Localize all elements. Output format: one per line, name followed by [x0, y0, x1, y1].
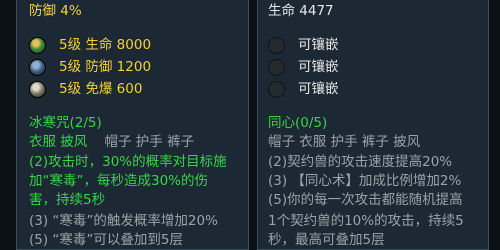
- set-effect-line: (2)契约兽的攻击速度提高20%: [268, 154, 453, 170]
- set-effect-line: 1个契约兽的10%的攻击，持续5: [268, 213, 464, 229]
- socket-row: 可镶嵌: [268, 80, 478, 100]
- socket-row: 可镶嵌: [268, 58, 478, 78]
- set-effect-line: (2)攻击时，30%的概率对目标施: [29, 154, 227, 170]
- gem-row: 5级 防御 1200: [29, 58, 239, 78]
- set-pieces-missing: 帽子 护手 裤子: [104, 134, 195, 150]
- empty-socket-icon: [268, 81, 285, 98]
- set-effect-line: 秒，最高可叠加5层: [268, 232, 385, 248]
- set-title: 冰寒咒(2/5): [29, 115, 102, 131]
- base-stat-defense: 防御 4%: [29, 3, 82, 19]
- socket-label: 可镶嵌: [298, 59, 339, 75]
- set-pieces: 帽子 衣服 护手 裤子 披风: [268, 134, 421, 150]
- set-effect-line: (5)你的每一次攻击都能随机提高: [268, 192, 463, 208]
- gem-stat-text: 5级 防御 1200: [59, 59, 152, 75]
- set-effect-line: (3) “寒毒”的触发概率增加20%: [29, 213, 218, 229]
- socket-label: 可镶嵌: [298, 81, 339, 97]
- blue-gem-icon: [29, 59, 46, 76]
- set-pieces-owned: 衣服 披风: [29, 134, 88, 150]
- right-item-tooltip: 生命 4477 可镶嵌 可镶嵌 可镶嵌 同心(0/5) 帽子 衣服 护手 裤子 …: [257, 0, 489, 250]
- set-effect-line: (3) 【同心术】加成比例增加2%: [268, 173, 462, 189]
- base-stat-hp: 生命 4477: [268, 3, 334, 19]
- set-title: 同心(0/5): [268, 115, 328, 131]
- set-pieces: 衣服 披风 帽子 护手 裤子: [29, 133, 194, 152]
- socket-row: 可镶嵌: [268, 36, 478, 56]
- empty-socket-icon: [268, 37, 285, 54]
- empty-socket-icon: [268, 59, 285, 76]
- socket-label: 可镶嵌: [298, 37, 339, 53]
- gem-stat-text: 5级 生命 8000: [59, 37, 152, 53]
- set-effect-line: (5) “寒毒”可以叠加到5层: [29, 232, 183, 248]
- green-gem-icon: [29, 37, 46, 54]
- left-item-tooltip: 防御 4% 5级 生命 8000 5级 防御 1200 5级 免爆 600 冰寒…: [16, 0, 249, 250]
- gem-row: 5级 免爆 600: [29, 80, 239, 100]
- set-effect-line: 害，持续5秒: [29, 192, 106, 208]
- gem-row: 5级 生命 8000: [29, 36, 239, 56]
- gem-stat-text: 5级 免爆 600: [59, 81, 143, 97]
- set-effect-line: 加“寒毒”，每秒造成30%的伤: [29, 173, 208, 189]
- gray-gem-icon: [29, 81, 46, 98]
